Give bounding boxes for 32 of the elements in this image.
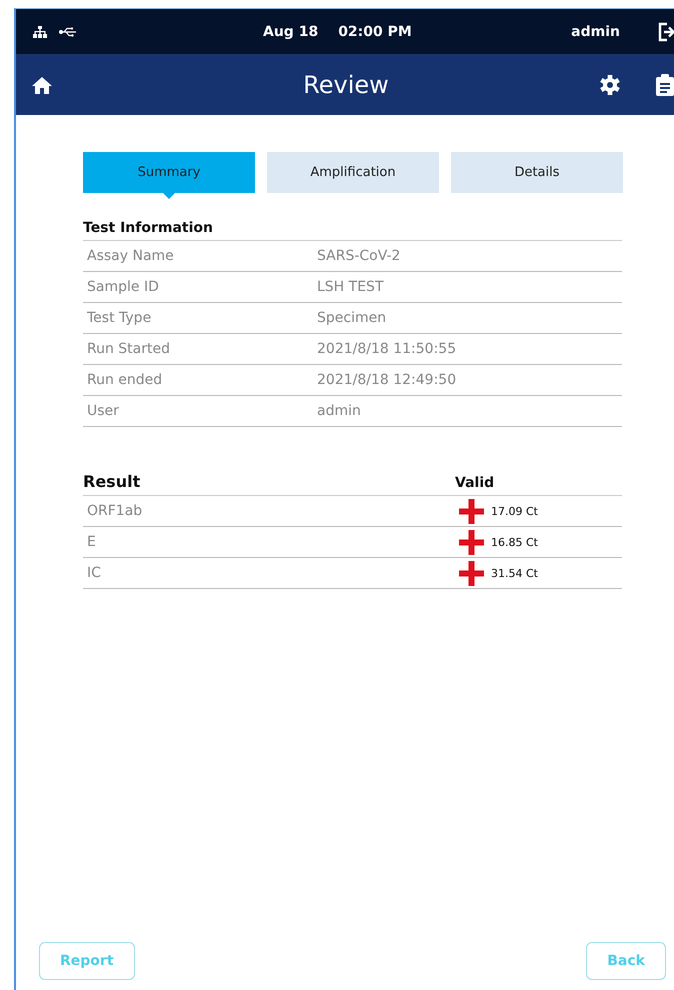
target-name: IC [86, 565, 102, 581]
field-label: User [86, 403, 120, 419]
validity-label: Valid [455, 475, 494, 491]
field-label: Assay Name [86, 248, 175, 264]
field-value: 2021/8/18 12:49:50 [317, 372, 456, 388]
clipboard-icon[interactable] [656, 74, 674, 96]
target-name: ORF1ab [86, 503, 144, 519]
usb-icon [59, 26, 77, 36]
settings-icon[interactable] [600, 74, 620, 94]
logout-icon[interactable] [658, 22, 674, 42]
section-title: Result [83, 472, 142, 491]
field-label: Sample ID [86, 279, 160, 295]
tab[interactable]: Summary [83, 152, 255, 199]
ct-value: 16.85 Ct [491, 536, 538, 548]
field-value: SARS-CoV-2 [317, 248, 400, 264]
ct-value: 31.54 Ct [491, 566, 538, 580]
field-label: Test Type [86, 310, 152, 326]
field-value: admin [317, 403, 361, 419]
user-label: admin [571, 24, 620, 40]
field-value: 2021/8/18 11:50:55 [317, 341, 456, 357]
date-label: Aug 18 [263, 24, 318, 40]
network-icon [33, 26, 47, 38]
field-value: Specimen [317, 310, 386, 326]
home-icon[interactable] [32, 76, 52, 94]
field-value: LSH TEST [317, 279, 384, 295]
field-label: Run Started [86, 341, 171, 357]
field-label: Run ended [86, 372, 164, 388]
section-title: Test Information [83, 220, 622, 241]
page-title: Review [302, 70, 390, 98]
target-name: E [86, 534, 97, 550]
ct-value: 17.09 Ct [491, 504, 538, 518]
time-label: 02:00 PM [338, 24, 413, 40]
